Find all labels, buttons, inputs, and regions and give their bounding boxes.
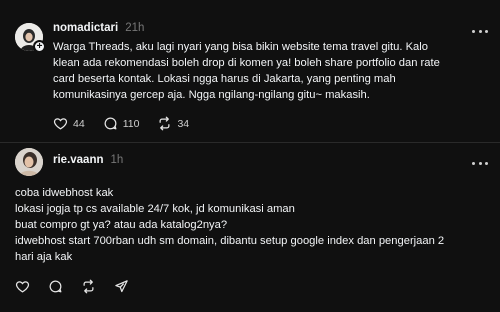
username[interactable]: nomadictari [53, 22, 118, 34]
like-count: 44 [73, 117, 85, 130]
thread-post: + nomadictari 21h Warga Threads, aku lag… [0, 0, 500, 142]
post-text-line: klean ada rekomendasi boleh drop di kome… [53, 57, 440, 69]
post-header: rie.vaann 1h [53, 154, 123, 166]
like-button[interactable] [15, 279, 30, 294]
avatar[interactable] [15, 148, 43, 176]
thread-reply: rie.vaann 1h coba idwebhost kak lokasi j… [0, 143, 500, 312]
username[interactable]: rie.vaann [53, 154, 104, 166]
post-text: Warga Threads, aku lagi nyari yang bisa … [53, 39, 493, 103]
comment-icon [104, 117, 117, 130]
repost-icon [83, 279, 94, 294]
timestamp: 1h [110, 154, 124, 166]
repost-count: 34 [177, 117, 190, 130]
comment-icon [49, 280, 62, 293]
post-actions [15, 279, 147, 294]
heart-icon [53, 118, 68, 130]
profile-photo [15, 148, 43, 176]
repost-icon [159, 116, 170, 131]
timestamp: 21h [125, 22, 145, 34]
repost-button[interactable] [81, 279, 96, 294]
follow-plus-icon[interactable]: + [33, 40, 46, 53]
more-icon[interactable] [470, 156, 490, 170]
post-text-line: idwebhost start 700rban udh sm domain, d… [15, 235, 445, 247]
post-text-line: lokasi jogja tp cs available 24/7 kok, j… [15, 203, 295, 215]
share-button[interactable] [114, 279, 129, 294]
post-header: nomadictari 21h [53, 22, 144, 34]
post-text-line: komunikasinya gercep aja. Ngga ngilang-n… [53, 89, 370, 101]
reply-button[interactable] [48, 279, 63, 294]
reply-count: 110 [122, 117, 140, 130]
like-button[interactable]: 44 [53, 116, 85, 131]
post-text-line: hari aja kak [15, 251, 73, 263]
more-icon[interactable] [470, 24, 490, 38]
post-actions: 44 110 34 [53, 116, 207, 131]
post-text-line: buat compro gt ya? atau ada katalog2nya? [15, 219, 228, 231]
post-text-line: Warga Threads, aku lagi nyari yang bisa … [53, 41, 428, 53]
heart-icon [15, 281, 30, 293]
post-text-line: coba idwebhost kak [15, 187, 114, 199]
post-text-line: card beserta kontak. Lokasi ngga harus d… [53, 73, 396, 85]
repost-button[interactable]: 34 [157, 116, 189, 131]
post-text: coba idwebhost kak lokasi jogja tp cs av… [15, 185, 495, 265]
reply-button[interactable]: 110 [103, 116, 140, 131]
send-icon [115, 280, 128, 293]
